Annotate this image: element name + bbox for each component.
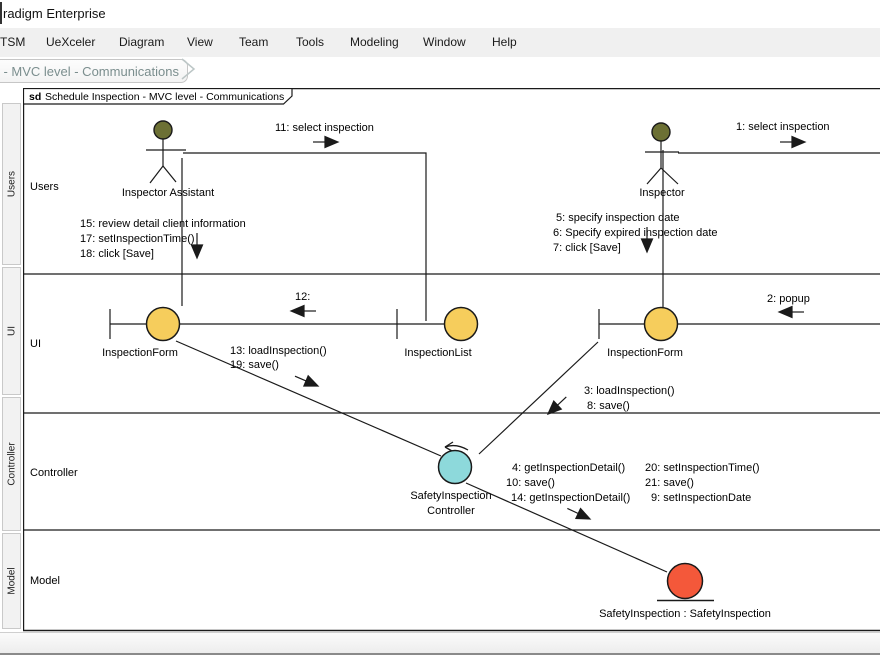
actor-body xyxy=(645,141,679,184)
boundary-circle xyxy=(445,308,478,341)
actor-inspector-assistant[interactable]: Inspector Assistant xyxy=(122,121,214,199)
message-2[interactable]: 2: popup xyxy=(767,293,810,305)
diagram-tab-label: - MVC level - Communications xyxy=(3,64,179,79)
actor-body xyxy=(146,139,186,183)
message-4[interactable]: 4: getInspectionDetail() xyxy=(512,462,625,474)
lane-label-model: Model xyxy=(30,575,60,587)
horizontal-scrollbar[interactable] xyxy=(0,632,880,655)
object-label-line1[interactable]: SafetyInspection xyxy=(410,490,491,502)
message-19[interactable]: 19: save() xyxy=(230,359,279,371)
message-15[interactable]: 15: review detail client information xyxy=(80,218,246,230)
frame-keyword: sd xyxy=(29,91,41,103)
object-safetyinspection-entity[interactable]: SafetyInspection : SafetyInspection xyxy=(599,564,771,621)
controller-arrow-icon xyxy=(445,442,468,451)
message-7[interactable]: 7: click [Save] xyxy=(553,242,621,254)
frame-label: sd Schedule Inspection - MVC level - Com… xyxy=(29,91,284,103)
message-17[interactable]: 17: setInspectionTime() xyxy=(80,233,195,245)
lane-label-controller: Controller xyxy=(30,467,78,479)
arrow-sw-icon xyxy=(544,393,570,418)
lane-label-ui: UI xyxy=(30,338,41,350)
message-8[interactable]: 8: save() xyxy=(587,400,630,412)
message-11[interactable]: 11: select inspection xyxy=(275,122,374,134)
message-5[interactable]: 5: specify inspection date xyxy=(556,212,680,224)
frame-border xyxy=(24,89,880,631)
controller-circle xyxy=(439,451,472,484)
menu-help[interactable]: Help xyxy=(492,35,517,49)
arrow-se-icon xyxy=(565,503,592,524)
boundary-circle xyxy=(147,308,180,341)
lane-header-model[interactable]: Model xyxy=(2,533,21,629)
actor-label[interactable]: Inspector Assistant xyxy=(122,187,214,199)
lane-header-ui[interactable]: UI xyxy=(2,267,21,395)
message-9[interactable]: 9: setInspectionDate xyxy=(651,492,751,504)
frame-title: Schedule Inspection - MVC level - Commun… xyxy=(45,91,284,103)
menu-modeling[interactable]: Modeling xyxy=(350,35,399,49)
arrow-right-icon xyxy=(780,137,805,148)
boundary-circle xyxy=(645,308,678,341)
links xyxy=(110,150,880,572)
menu-tools[interactable]: Tools xyxy=(296,35,324,49)
actor-head xyxy=(154,121,172,139)
tab-chevron-icon xyxy=(181,58,198,82)
link-formleft-controller[interactable] xyxy=(176,341,441,456)
app-icon xyxy=(0,2,2,24)
message-13[interactable]: 13: loadInspection() xyxy=(230,345,327,357)
entity-circle xyxy=(668,564,703,599)
lane-header-users[interactable]: Users xyxy=(2,103,21,265)
actor-label[interactable]: Inspector xyxy=(639,187,685,199)
lane-header-controller[interactable]: Controller xyxy=(2,397,21,531)
app-window: radigm Enterprise TSM UeXceler Diagram V… xyxy=(0,0,880,658)
lane-header-model-label: Model xyxy=(6,567,17,594)
message-10[interactable]: 10: save() xyxy=(506,477,555,489)
arrow-left-icon xyxy=(291,306,316,317)
menu-bar: TSM UeXceler Diagram View Team Tools Mod… xyxy=(0,28,880,58)
arrow-right-icon xyxy=(313,137,338,148)
object-label[interactable]: SafetyInspection : SafetyInspection xyxy=(599,608,771,620)
message-14[interactable]: 14: getInspectionDetail() xyxy=(511,492,630,504)
arrow-se-icon xyxy=(293,371,320,391)
object-label-line2[interactable]: Controller xyxy=(427,505,475,517)
menu-view[interactable]: View xyxy=(187,35,213,49)
message-12[interactable]: 12: xyxy=(295,291,310,303)
lane-header-ui-label: UI xyxy=(6,326,17,336)
lane-label-users: Users xyxy=(30,181,59,193)
message-1[interactable]: 1: select inspection xyxy=(736,121,830,133)
title-bar: radigm Enterprise xyxy=(0,0,880,28)
object-label[interactable]: InspectionForm xyxy=(607,347,683,359)
link-formright-controller[interactable] xyxy=(479,342,598,454)
message-20[interactable]: 20: setInspectionTime() xyxy=(645,462,760,474)
object-inspectionform-left[interactable]: InspectionForm xyxy=(102,308,179,360)
lane-header-users-label: Users xyxy=(6,171,17,197)
object-label[interactable]: InspectionList xyxy=(404,347,471,359)
menu-diagram[interactable]: Diagram xyxy=(119,35,164,49)
message-21[interactable]: 21: save() xyxy=(645,477,694,489)
menu-team[interactable]: Team xyxy=(239,35,268,49)
arrow-left-icon xyxy=(779,307,804,318)
menu-window[interactable]: Window xyxy=(423,35,466,49)
tab-row: - MVC level - Communications xyxy=(0,57,880,88)
window-title: radigm Enterprise xyxy=(3,6,106,21)
object-label[interactable]: InspectionForm xyxy=(102,347,178,359)
object-inspectionlist[interactable]: InspectionList xyxy=(404,308,477,360)
message-18[interactable]: 18: click [Save] xyxy=(80,248,154,260)
menu-tsm[interactable]: TSM xyxy=(0,35,25,49)
diagram-tab[interactable]: - MVC level - Communications xyxy=(0,59,188,83)
message-3[interactable]: 3: loadInspection() xyxy=(584,385,675,397)
actor-head xyxy=(652,123,670,141)
object-inspectionform-right[interactable]: InspectionForm xyxy=(607,308,683,360)
menu-uexceler[interactable]: UeXceler xyxy=(46,35,95,49)
actor-inspector[interactable]: Inspector xyxy=(639,123,685,199)
message-6[interactable]: 6: Specify expired inspection date xyxy=(553,227,718,239)
communication-diagram-canvas[interactable]: sd Schedule Inspection - MVC level - Com… xyxy=(23,88,880,633)
lane-header-controller-label: Controller xyxy=(6,442,17,485)
